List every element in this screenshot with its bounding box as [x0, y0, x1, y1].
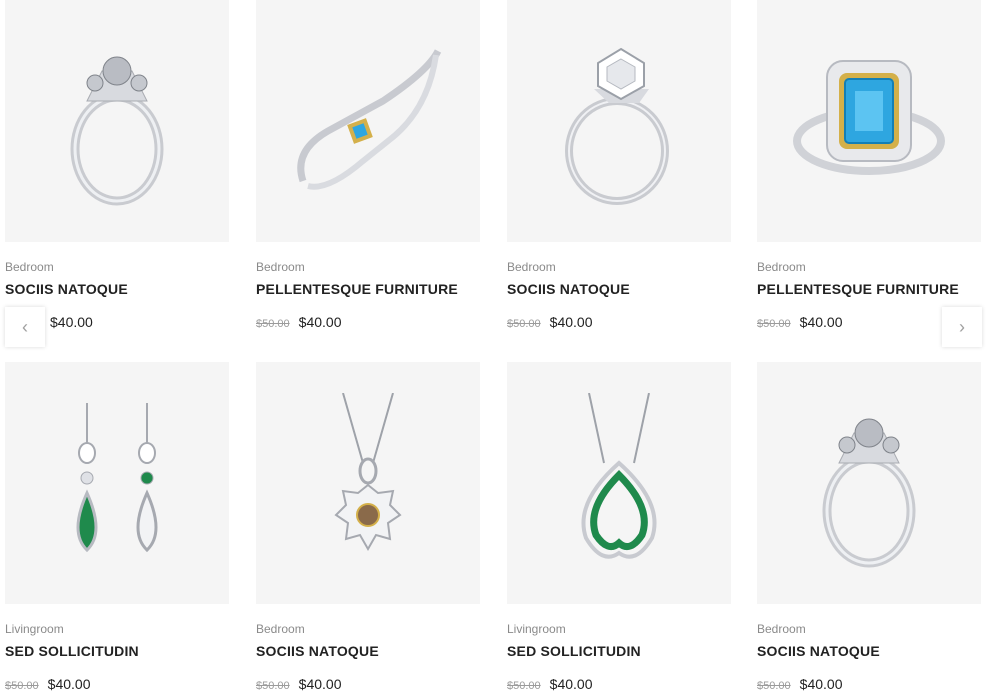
product-title[interactable]: SED SOLLICITUDIN — [507, 643, 731, 659]
product-card[interactable]: Bedroom PELLENTESQUE FURNITURE $50.00 $4… — [256, 0, 480, 332]
ring-solitaire-icon — [70, 56, 164, 206]
product-category: Bedroom — [5, 260, 54, 274]
product-image[interactable] — [507, 362, 731, 604]
product-category: Bedroom — [757, 260, 806, 274]
product-price: $40.00 — [298, 676, 342, 692]
pendant-icon — [334, 393, 402, 552]
product-old-price: $50.00 — [5, 680, 39, 692]
product-title[interactable]: SOCIIS NATOQUE — [5, 281, 229, 297]
product-price: $40.00 — [50, 314, 93, 330]
ring-diamond-icon — [565, 47, 669, 205]
product-category: Bedroom — [757, 622, 806, 636]
product-image[interactable] — [256, 362, 480, 604]
chevron-right-icon: › — [959, 316, 965, 337]
product-title[interactable]: SOCIIS NATOQUE — [256, 643, 480, 659]
product-title[interactable]: PELLENTESQUE FURNITURE — [757, 281, 981, 297]
product-title[interactable]: SOCIIS NATOQUE — [507, 281, 731, 297]
product-old-price: $50.00 — [507, 680, 541, 692]
product-old-price: $50.00 — [256, 318, 290, 330]
product-category: Livingroom — [5, 622, 64, 636]
product-price: $40.00 — [298, 314, 342, 330]
product-category: Bedroom — [256, 622, 305, 636]
product-category: Bedroom — [256, 260, 305, 274]
product-price: $40.00 — [47, 676, 91, 692]
product-image[interactable] — [507, 0, 731, 242]
carousel-next-button[interactable]: › — [942, 307, 982, 347]
product-old-price: $50.00 — [256, 680, 290, 692]
necklace-emerald-icon — [581, 393, 657, 559]
ring-topaz-icon — [793, 60, 945, 175]
product-price: $40.00 — [549, 676, 593, 692]
product-title[interactable]: SOCIIS NATOQUE — [757, 643, 981, 659]
product-image[interactable] — [5, 362, 229, 604]
product-card[interactable]: Livingroom SED SOLLICITUDIN $50.00 $40.0… — [507, 362, 731, 694]
earrings-icon — [76, 403, 158, 553]
product-image[interactable] — [256, 0, 480, 242]
product-card[interactable]: Bedroom SOCIIS NATOQUE $50.00 $40.00 — [507, 0, 731, 332]
product-card[interactable]: Bedroom PELLENTESQUE FURNITURE $50.00 $4… — [757, 0, 981, 332]
product-card[interactable]: Bedroom SOCIIS NATOQUE $40.00 — [5, 0, 229, 330]
chevron-left-icon: ‹ — [22, 316, 28, 337]
bracelet-icon — [297, 49, 442, 190]
product-price: $40.00 — [799, 676, 843, 692]
product-card[interactable]: Bedroom SOCIIS NATOQUE $50.00 $40.00 — [757, 362, 981, 694]
product-image[interactable] — [5, 0, 229, 242]
product-old-price: $50.00 — [757, 680, 791, 692]
product-category: Livingroom — [507, 622, 566, 636]
product-category: Bedroom — [507, 260, 556, 274]
product-price: $40.00 — [549, 314, 593, 330]
ring-solitaire-icon — [822, 418, 916, 568]
product-card[interactable]: Livingroom SED SOLLICITUDIN $50.00 $40.0… — [5, 362, 229, 694]
product-old-price: $50.00 — [757, 318, 791, 330]
product-card[interactable]: Bedroom SOCIIS NATOQUE $50.00 $40.00 — [256, 362, 480, 694]
product-title[interactable]: PELLENTESQUE FURNITURE — [256, 281, 480, 297]
product-old-price: $50.00 — [507, 318, 541, 330]
product-image[interactable] — [757, 362, 981, 604]
product-title[interactable]: SED SOLLICITUDIN — [5, 643, 229, 659]
product-price: $40.00 — [799, 314, 843, 330]
product-image[interactable] — [757, 0, 981, 242]
carousel-prev-button[interactable]: ‹ — [5, 307, 45, 347]
